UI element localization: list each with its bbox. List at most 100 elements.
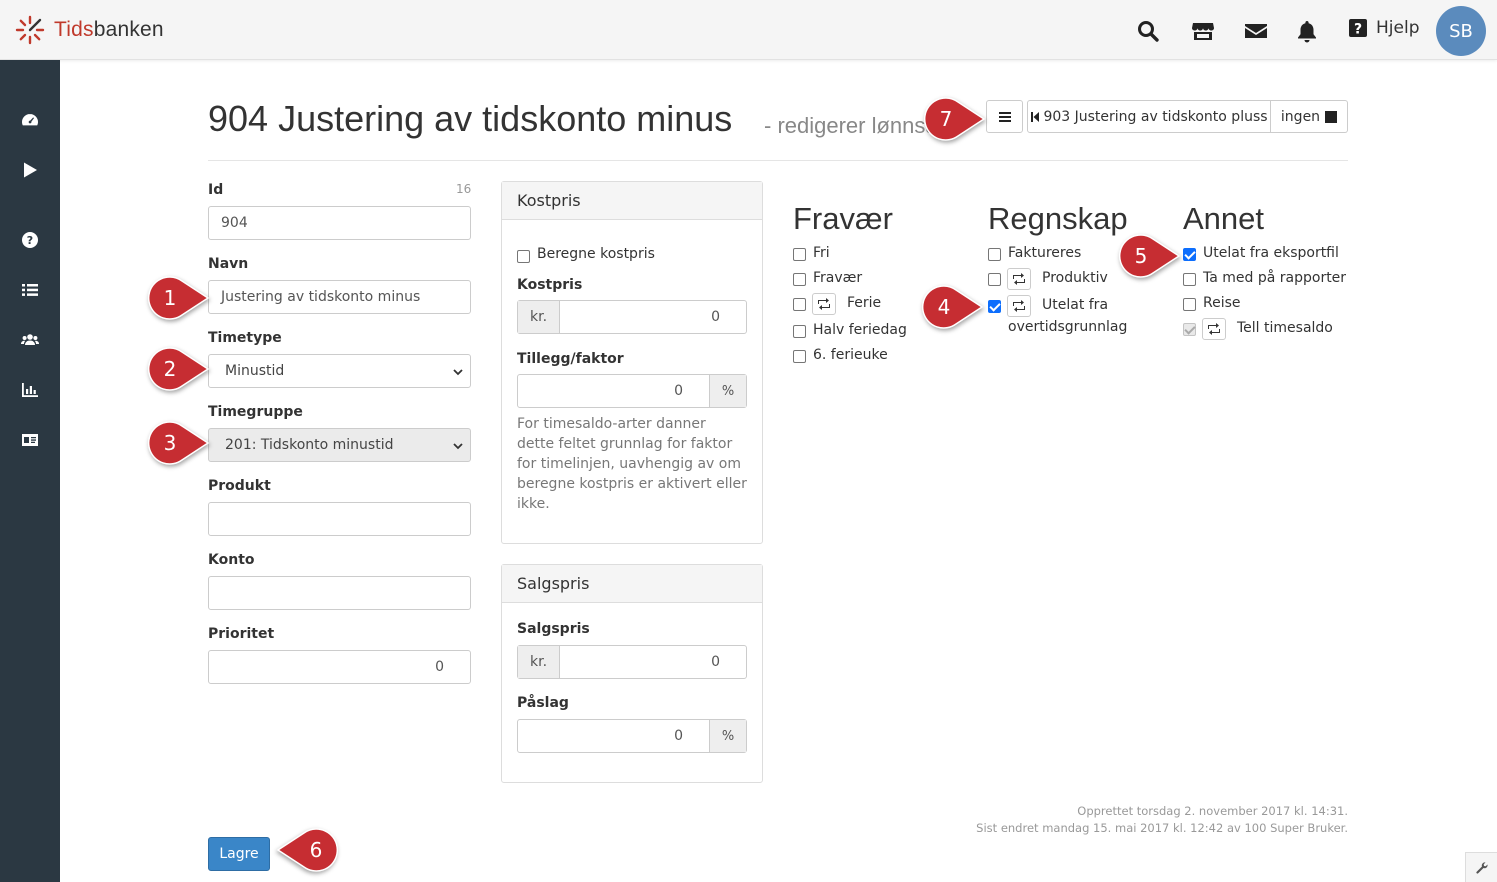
callout-marker-6: 6 [276,828,339,872]
paslag-input-group: 0 % [517,719,747,753]
kostpris-input-group: kr. 0 [517,300,747,334]
produkt-field[interactable] [208,502,471,536]
ferie-toggle[interactable] [812,293,836,315]
salgspris-panel-title: Salgspris [502,565,762,603]
ferie-label: Ferie [847,295,882,311]
fravaer-heading: Fravær [793,201,893,236]
retweet-icon [1013,273,1025,285]
produktiv-label: Produktiv [1042,270,1108,286]
halv-feriedag-checkbox[interactable] [793,325,806,338]
utelat-eksportfil-label: Utelat fra eksportfil [1203,245,1339,261]
salgspris-panel: Salgspris Salgspris kr. 0 Påslag 0 % [501,564,763,783]
regnskap-heading: Regnskap [988,201,1128,236]
dashboard-icon[interactable] [18,108,42,132]
utelat-overtid-toggle[interactable] [1007,295,1031,317]
logo[interactable]: Tidsbanken [14,14,164,46]
id-label: Id [208,182,224,198]
timegruppe-value: 201: Tidskonto minustid [225,437,394,453]
percent-addon: % [709,375,746,407]
next-record-button[interactable]: ingen [1271,100,1348,133]
retweet-icon [818,298,830,310]
tell-timesaldo-label: Tell timesaldo [1237,320,1333,336]
reise-checkbox[interactable] [1183,298,1196,311]
kostpris-label: Kostpris [517,277,583,293]
tillegg-input[interactable]: 0 [518,375,709,407]
salgspris-input[interactable]: 0 [560,646,746,678]
help-link[interactable]: ? Hjelp [1348,18,1419,38]
page-title: 904 Justering av tidskonto minus [208,98,733,139]
callout-marker-7: 7 [923,97,986,141]
stop-icon [1325,110,1338,123]
utelat-overtid-checkbox[interactable] [988,300,1001,313]
beregne-kostpris-checkbox[interactable] [517,250,530,263]
paslag-input[interactable]: 0 [518,720,709,752]
faktureres-label: Faktureres [1008,245,1082,261]
help-circle-icon[interactable]: ? [18,228,42,252]
ferie-checkbox[interactable] [793,298,806,311]
callout-marker-5: 5 [1118,234,1181,278]
previous-record-button[interactable]: 903 Justering av tidskonto pluss [1027,100,1271,133]
utelat-eksportfil-checkbox[interactable] [1183,248,1196,261]
timetype-select[interactable]: Minustid [208,354,471,388]
avatar[interactable]: SB [1436,6,1486,56]
fravaer-checkbox[interactable] [793,273,806,286]
currency-addon: kr. [518,301,560,333]
question-icon: ? [1349,19,1367,38]
utelat-overtid-label-line2: overtidsgrunnlag [1008,319,1128,335]
faktureres-checkbox[interactable] [988,248,1001,261]
ta-med-rapporter-checkbox[interactable] [1183,273,1196,286]
wrench-icon[interactable] [1465,852,1497,882]
retweet-icon [1208,323,1220,335]
halv-feriedag-label: Halv feriedag [813,322,907,338]
list-icon[interactable] [18,278,42,302]
kostpris-input[interactable]: 0 [560,301,746,333]
currency-addon: kr. [518,646,560,678]
ferieuke-checkbox[interactable] [793,350,806,363]
tell-timesaldo-checkbox [1183,323,1196,336]
reise-label: Reise [1203,295,1241,311]
save-button[interactable]: Lagre [208,837,270,871]
step-backward-icon [1031,111,1040,122]
top-bar: Tidsbanken ? Hjelp SB [0,0,1497,60]
salgspris-input-group: kr. 0 [517,645,747,679]
navn-field[interactable]: Justering av tidskonto minus [208,280,471,314]
tell-timesaldo-toggle[interactable] [1202,318,1226,340]
bar-chart-icon[interactable] [18,378,42,402]
timegruppe-select[interactable]: 201: Tidskonto minustid [208,428,471,462]
beregne-kostpris-label: Beregne kostpris [537,246,655,262]
produktiv-checkbox[interactable] [988,273,1001,286]
fri-checkbox[interactable] [793,248,806,261]
divider [208,160,1348,161]
play-icon[interactable] [18,158,42,182]
chevron-down-icon [453,443,463,450]
retweet-icon [1013,300,1025,312]
users-icon[interactable] [18,328,42,352]
prioritet-field[interactable]: 0 [208,650,471,684]
timetype-label: Timetype [208,330,282,346]
sidebar: ? [0,60,60,882]
konto-field[interactable] [208,576,471,610]
kostpris-panel: Kostpris Beregne kostpris Kostpris kr. 0… [501,181,763,544]
kostpris-help-text: For timesaldo-arter danner dette feltet … [517,416,747,512]
id-field[interactable]: 904 [208,206,471,240]
svg-text:?: ? [1354,22,1362,38]
help-label: Hjelp [1376,18,1420,38]
produktiv-toggle[interactable] [1007,268,1031,290]
id-count: 16 [456,182,472,196]
percent-addon: % [709,720,746,752]
salgspris-label: Salgspris [517,621,590,637]
search-icon[interactable] [1134,17,1162,45]
timetype-value: Minustid [225,363,285,379]
bell-icon[interactable] [1293,17,1321,45]
annet-heading: Annet [1183,201,1265,236]
mail-icon[interactable] [1242,17,1270,45]
tillegg-input-group: 0 % [517,374,747,408]
callout-marker-2: 2 [147,347,210,391]
menu-button[interactable] [986,100,1023,133]
ferieuke-label: 6. ferieuke [813,347,888,363]
paslag-label: Påslag [517,695,569,711]
svg-text:?: ? [27,234,33,247]
created-info: Opprettet torsdag 2. november 2017 kl. 1… [1077,804,1348,818]
id-card-icon[interactable] [18,428,42,452]
store-icon[interactable] [1189,17,1217,45]
